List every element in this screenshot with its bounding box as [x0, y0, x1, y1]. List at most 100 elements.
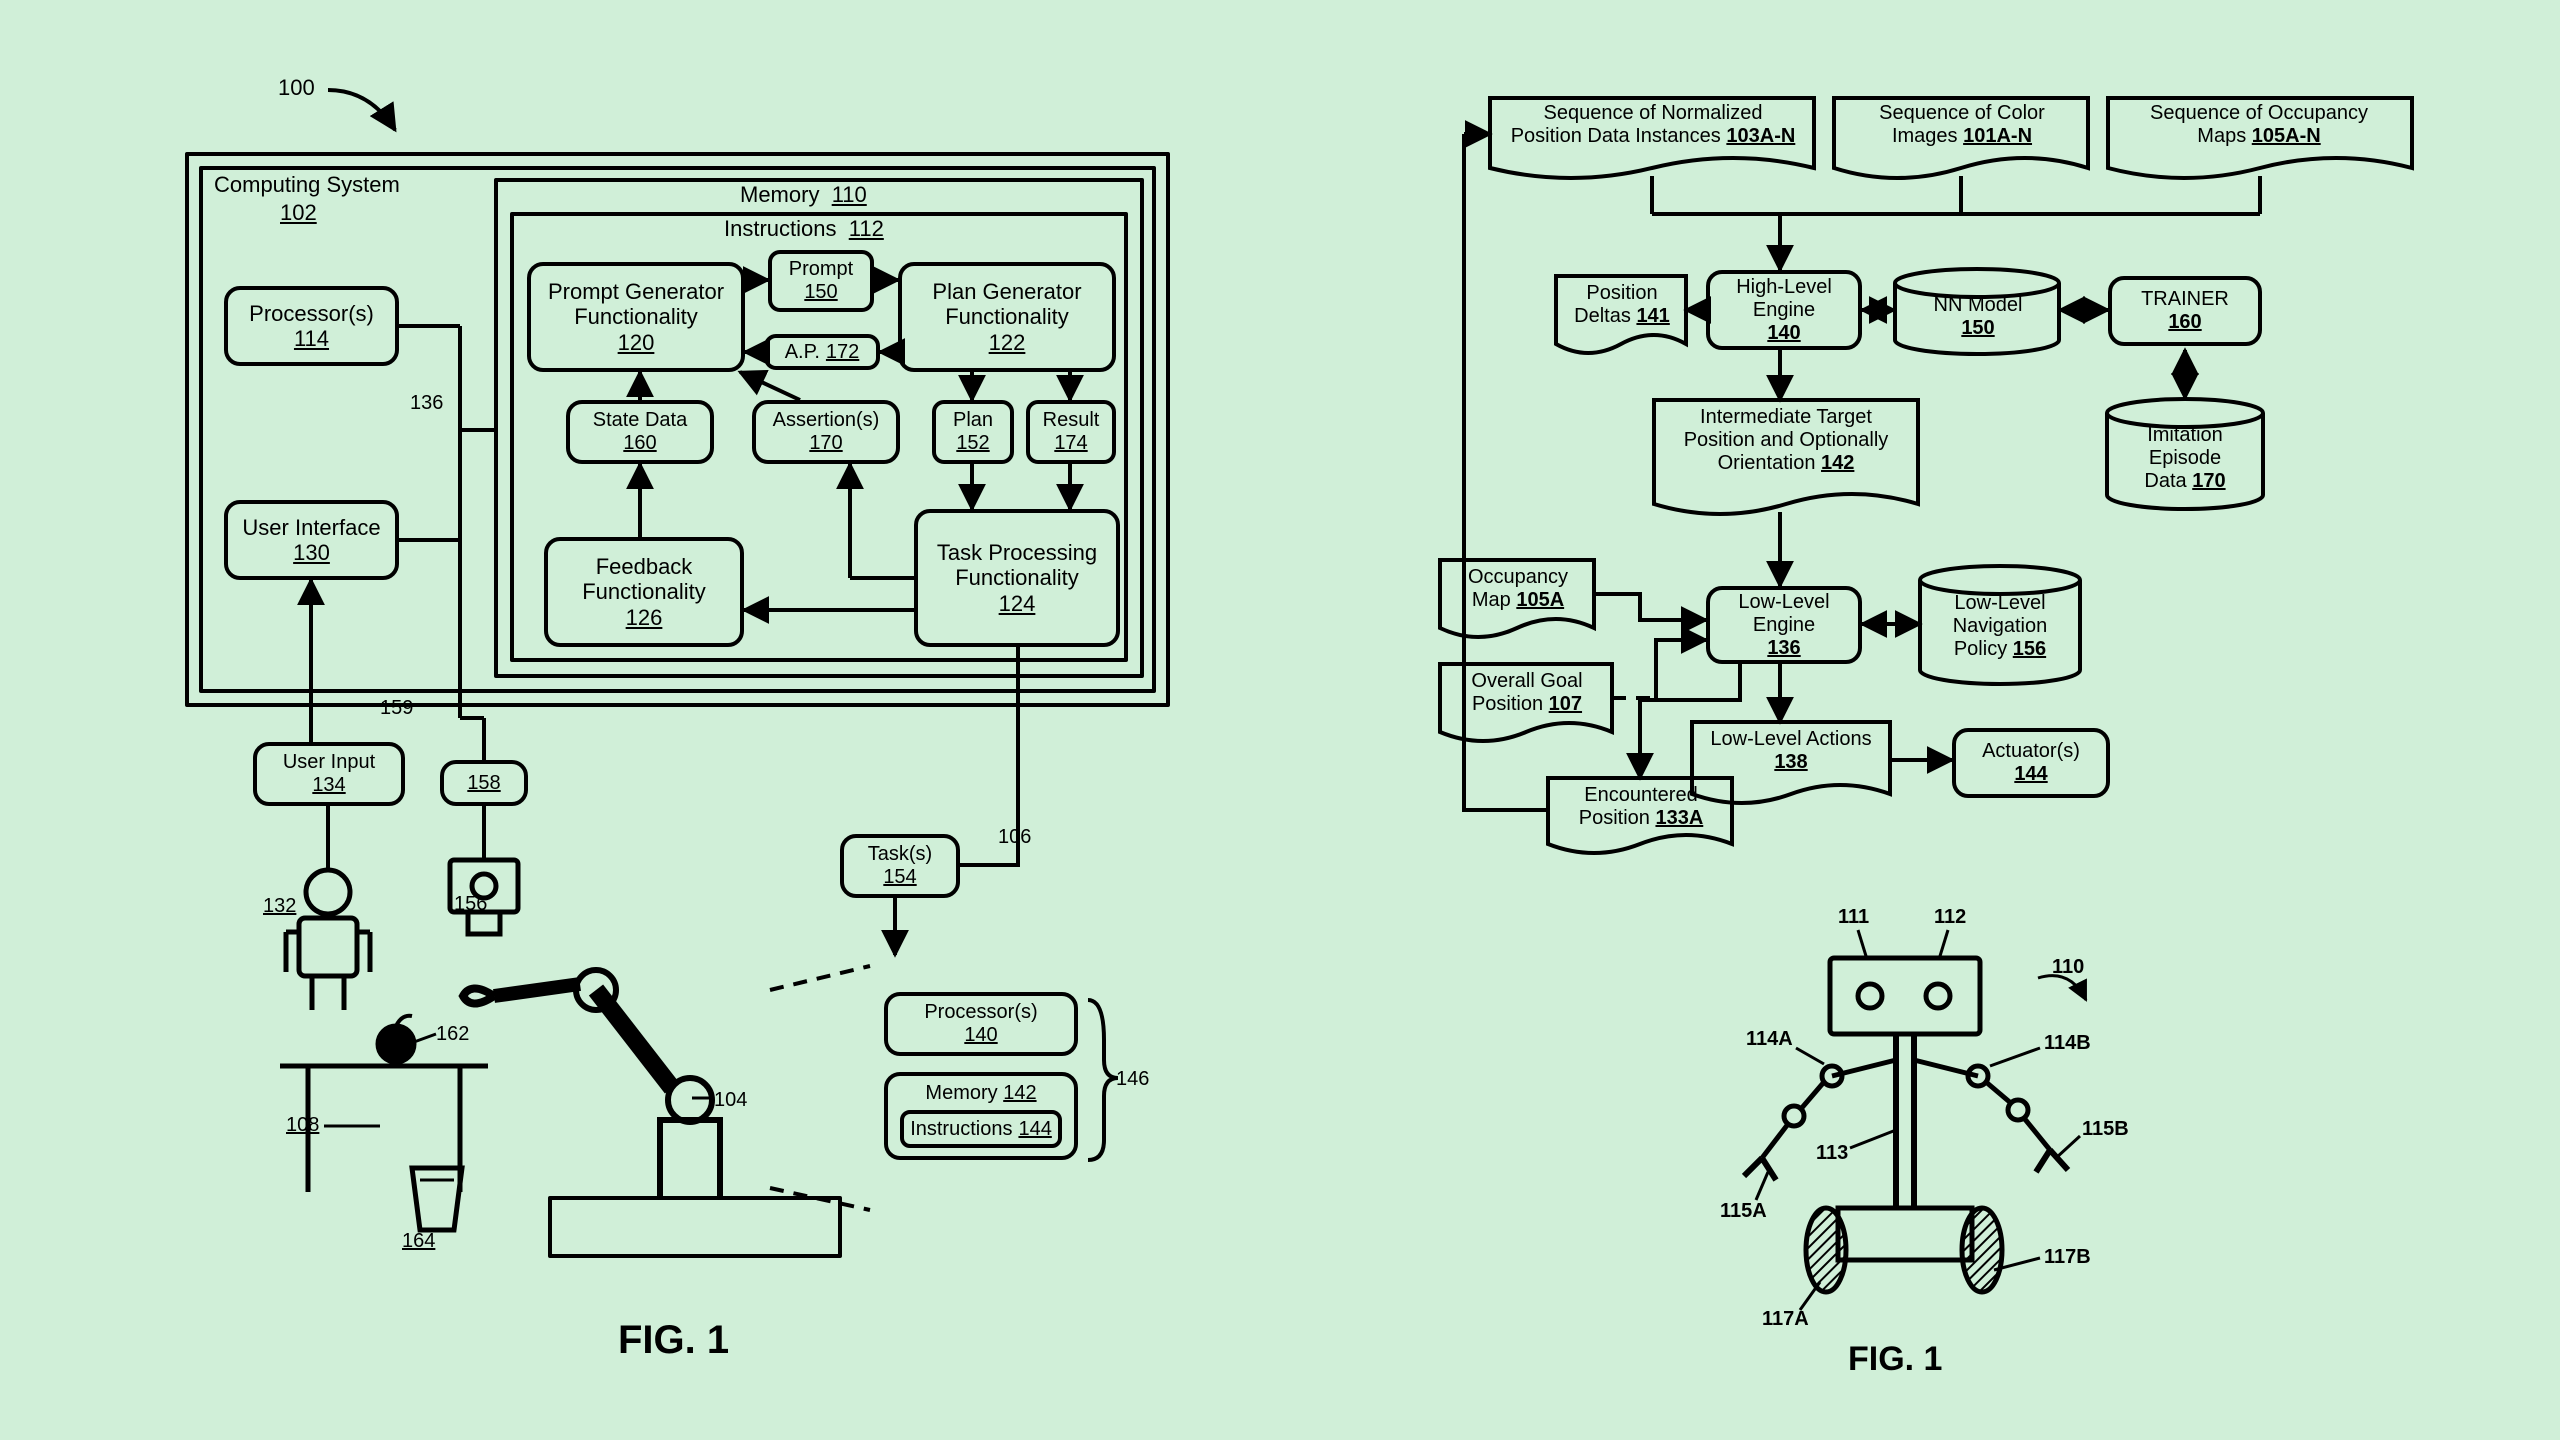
ref-114B: 114B: [2044, 1032, 2091, 1055]
ap-title: A.P.: [785, 341, 820, 364]
tk-title: Task(s): [868, 843, 932, 866]
uinp-title: User Input: [283, 751, 375, 774]
task-proc-box: Task Processing Functionality 124: [914, 509, 1120, 647]
ll-title: Low-Level Engine: [1718, 591, 1850, 637]
act-num: 144: [2014, 763, 2047, 786]
ref-108: 108: [286, 1114, 319, 1137]
seq-color-text: Sequence of Color Images 101A-N: [1848, 102, 2076, 148]
user-input-box: User Input 134: [253, 742, 405, 806]
robot-icon: [1744, 958, 2068, 1292]
fig-1-left: FIG. 1: [618, 1318, 729, 1363]
instructions-title: Instructions 112: [724, 216, 884, 242]
tp-num: 124: [999, 591, 1036, 616]
ref-156: 156: [454, 893, 487, 916]
nav-policy-text: Low-Level Navigation Policy 156: [1938, 592, 2062, 661]
ui-num: 130: [293, 540, 330, 565]
ref-162: 162: [436, 1023, 469, 1046]
sd-title: State Data: [593, 409, 688, 432]
ref-146: 146: [1116, 1068, 1149, 1091]
rm-label: Memory: [925, 1082, 997, 1104]
tp-title: Task Processing Functionality: [926, 540, 1108, 591]
computing-system-title: Computing System: [214, 172, 400, 198]
high-level-box: High-Level Engine 140: [1706, 270, 1862, 350]
rp-title: Processor(s): [924, 1001, 1037, 1024]
pg-title: Prompt Generator Functionality: [539, 279, 733, 330]
prompt-num: 150: [804, 281, 837, 304]
ll-num: 136: [1767, 637, 1800, 660]
rs-num: 174: [1054, 432, 1087, 455]
processors-title: Processor(s): [249, 301, 374, 326]
plg-title: Plan Generator Functionality: [910, 279, 1104, 330]
tk-num: 154: [883, 866, 916, 889]
prompt-box: Prompt 150: [768, 250, 874, 312]
hl-num: 140: [1767, 322, 1800, 345]
sd-num: 160: [623, 432, 656, 455]
person-icon: [286, 870, 370, 1010]
prompt-gen-box: Prompt Generator Functionality 120: [527, 262, 745, 372]
as-num: 170: [809, 432, 842, 455]
result-box: Result 174: [1026, 400, 1116, 464]
pos-deltas-text: Position Deltas 141: [1566, 282, 1678, 328]
ref-113: 113: [1816, 1142, 1848, 1165]
ref-115B: 115B: [2082, 1118, 2129, 1141]
ref-114A: 114A: [1746, 1028, 1793, 1051]
rp-num: 140: [964, 1024, 997, 1047]
ref-117B: 117B: [2044, 1246, 2091, 1269]
ref-110: 110: [2052, 956, 2084, 979]
plan-box: Plan 152: [932, 400, 1014, 464]
pg-num: 120: [618, 330, 655, 355]
robot-instr-box: Instructions 144: [900, 1110, 1062, 1148]
tasks-box: Task(s) 154: [840, 834, 960, 898]
low-level-box: Low-Level Engine 136: [1706, 586, 1862, 664]
processors-num: 114: [294, 326, 329, 351]
ref-164: 164: [402, 1230, 435, 1253]
low-actions-text: Low-Level Actions 138: [1704, 728, 1878, 774]
prompt-title: Prompt: [789, 258, 853, 281]
computing-system-num: 102: [280, 200, 317, 226]
plan-gen-box: Plan Generator Functionality 122: [898, 262, 1116, 372]
tr-title: TRAINER: [2141, 288, 2229, 311]
canvas: Computing System 102 100 Processor(s) 11…: [0, 0, 2560, 1440]
overall-goal-text: Overall Goal Position 107: [1450, 670, 1604, 716]
rs-title: Result: [1043, 409, 1100, 432]
ri-title: Instructions: [910, 1118, 1012, 1141]
assertions-box: Assertion(s) 170: [752, 400, 900, 464]
memory-title: Memory 110: [740, 182, 867, 208]
intermediate-text: Intermediate Target Position and Optiona…: [1666, 406, 1906, 475]
actuators-box: Actuator(s) 144: [1952, 728, 2110, 798]
ref-112: 112: [1934, 906, 1966, 929]
trash-icon: [412, 1168, 462, 1230]
ref-111: 111: [1838, 906, 1869, 929]
processors-box: Processor(s) 114: [224, 286, 399, 366]
nn-model-text: NN Model150: [1916, 294, 2040, 340]
rm-num: 142: [1003, 1082, 1036, 1104]
robot-base: [548, 1196, 842, 1258]
ref-159: 159: [380, 697, 413, 720]
tr-num: 160: [2168, 311, 2201, 334]
ref-100: 100: [278, 75, 315, 101]
ap-num: 172: [826, 341, 859, 364]
fb-num: 126: [626, 605, 663, 630]
plan-title: Plan: [953, 409, 993, 432]
ref-132: 132: [263, 895, 296, 918]
ref-158: 158: [467, 772, 500, 795]
robot-proc-box: Processor(s) 140: [884, 992, 1078, 1056]
state-data-box: State Data 160: [566, 400, 714, 464]
plg-num: 122: [989, 330, 1026, 355]
uinp-num: 134: [312, 774, 345, 797]
encountered-text: Encountered Position 133A: [1560, 784, 1722, 830]
occ-map-text: Occupancy Map 105A: [1450, 566, 1586, 612]
as-title: Assertion(s): [773, 409, 880, 432]
ref-136: 136: [410, 392, 443, 415]
fb-title: Feedback Functionality: [556, 554, 732, 605]
ref-104: 104: [714, 1089, 747, 1112]
ap-box: A.P. 172: [764, 334, 880, 370]
imitation-text: Imitation Episode Data 170: [2122, 424, 2248, 493]
ref-158-box: 158: [440, 760, 528, 806]
robot-arm-icon: [462, 970, 720, 1196]
ref-117A: 117A: [1762, 1308, 1809, 1331]
act-title: Actuator(s): [1982, 740, 2080, 763]
ui-title: User Interface: [242, 515, 380, 540]
trainer-box: TRAINER 160: [2108, 276, 2262, 346]
hl-title: High-Level Engine: [1718, 276, 1850, 322]
